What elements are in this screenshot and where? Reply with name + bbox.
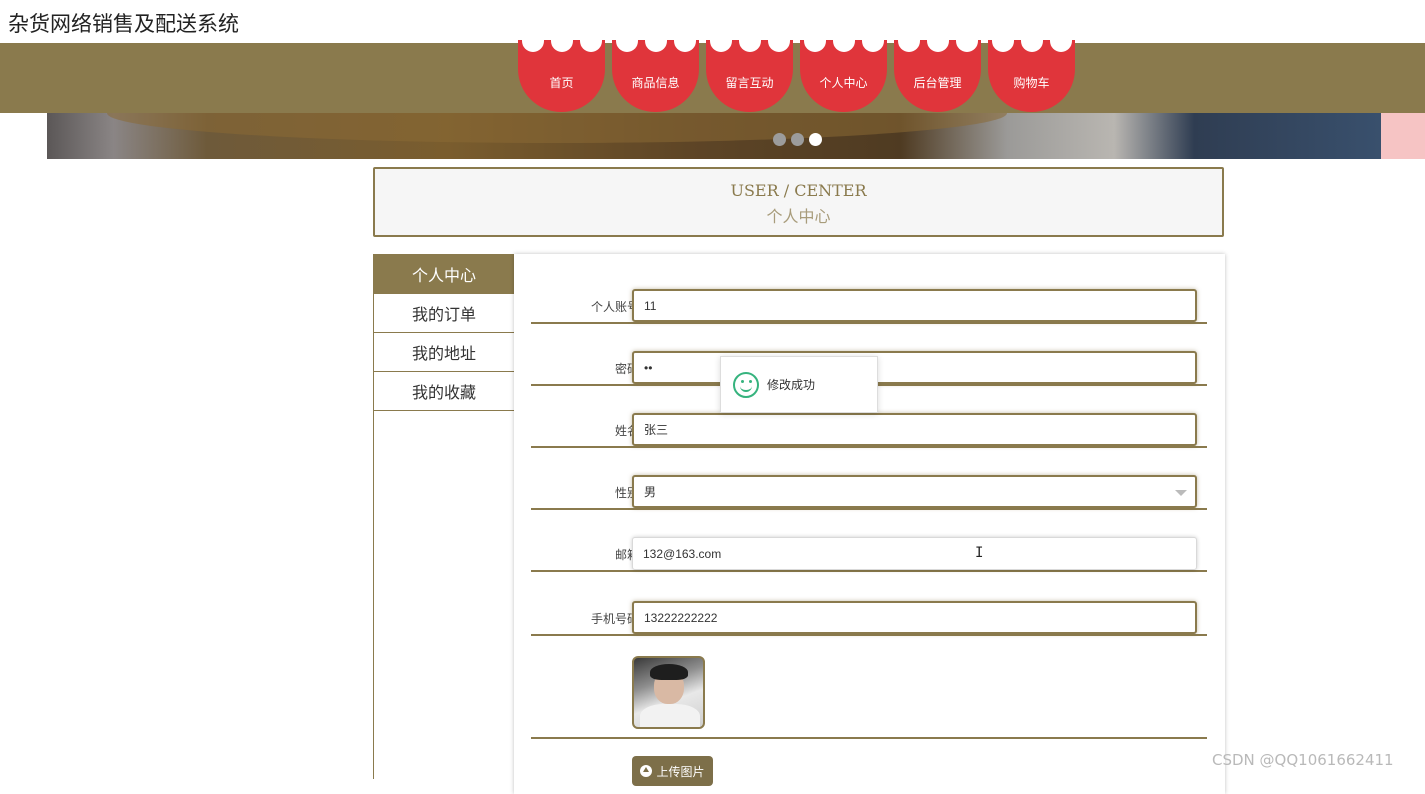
password-input[interactable]: •• [632, 351, 1197, 384]
upload-label: 上传图片 [656, 764, 705, 779]
site-title: 杂货网络销售及配送系统 [8, 12, 239, 36]
header-title-cn: 个人中心 [766, 207, 831, 226]
carousel-dot[interactable] [791, 133, 804, 146]
nav-label: 个人中心 [819, 75, 868, 90]
upload-icon [640, 765, 653, 777]
nav-label: 购物车 [1013, 75, 1050, 90]
nav-messages[interactable]: 留言互动 [706, 38, 793, 112]
text-cursor-icon: I [975, 545, 984, 561]
nav-products[interactable]: 商品信息 [612, 38, 699, 112]
nav-admin[interactable]: 后台管理 [894, 38, 981, 112]
nav-user-center[interactable]: 个人中心 [800, 38, 887, 112]
carousel-dot[interactable] [773, 133, 786, 146]
banner-image [47, 113, 1381, 159]
form-row-phone: 手机号码 13222222222 [531, 574, 1207, 636]
header-title-en: USER / CENTER [730, 181, 867, 200]
success-toast: 修改成功 [720, 356, 878, 413]
nav-label: 首页 [549, 75, 574, 90]
main-nav: 首页 商品信息 留言互动 个人中心 后台管理 购物车 [518, 38, 1082, 115]
email-input[interactable]: 132@163.com [632, 537, 1197, 570]
sidebar-item-favorites[interactable]: 我的收藏 [374, 372, 514, 411]
name-input[interactable]: 张三 [632, 413, 1197, 446]
gender-value: 男 [644, 485, 657, 499]
nav-label: 后台管理 [913, 75, 962, 90]
sidebar-item-orders[interactable]: 我的订单 [374, 294, 514, 333]
form-row-account: 个人账号 11 [531, 262, 1207, 324]
carousel-dots [773, 133, 822, 146]
sidebar: 个人中心 我的订单 我的地址 我的收藏 [373, 254, 514, 779]
upload-image-button[interactable]: 上传图片 [632, 756, 713, 786]
smile-icon [733, 371, 759, 398]
gender-select[interactable]: 男 [632, 475, 1197, 508]
watermark: CSDN @QQ1061662411 [1212, 751, 1394, 769]
nav-label: 商品信息 [631, 75, 680, 90]
toast-message: 修改成功 [767, 378, 816, 392]
carousel-dot-active[interactable] [809, 133, 822, 146]
avatar [632, 656, 705, 729]
form-row-gender: 性别 男 [531, 448, 1207, 510]
chevron-down-icon [1175, 490, 1187, 496]
account-input[interactable]: 11 [632, 289, 1197, 322]
profile-form: 个人账号 11 密码 •• 姓名 张三 性别 男 邮箱 132@163.com … [514, 254, 1225, 794]
banner-next-slide [1381, 113, 1425, 159]
sidebar-item-address[interactable]: 我的地址 [374, 333, 514, 372]
sidebar-item-user-center[interactable]: 个人中心 [374, 255, 514, 294]
user-center-header: USER / CENTER 个人中心 [373, 167, 1224, 237]
nav-home[interactable]: 首页 [518, 38, 605, 112]
form-row-email: 邮箱 132@163.com [531, 510, 1207, 572]
form-row-avatar [531, 630, 1207, 739]
nav-label: 留言互动 [725, 75, 774, 90]
nav-cart[interactable]: 购物车 [988, 38, 1075, 112]
